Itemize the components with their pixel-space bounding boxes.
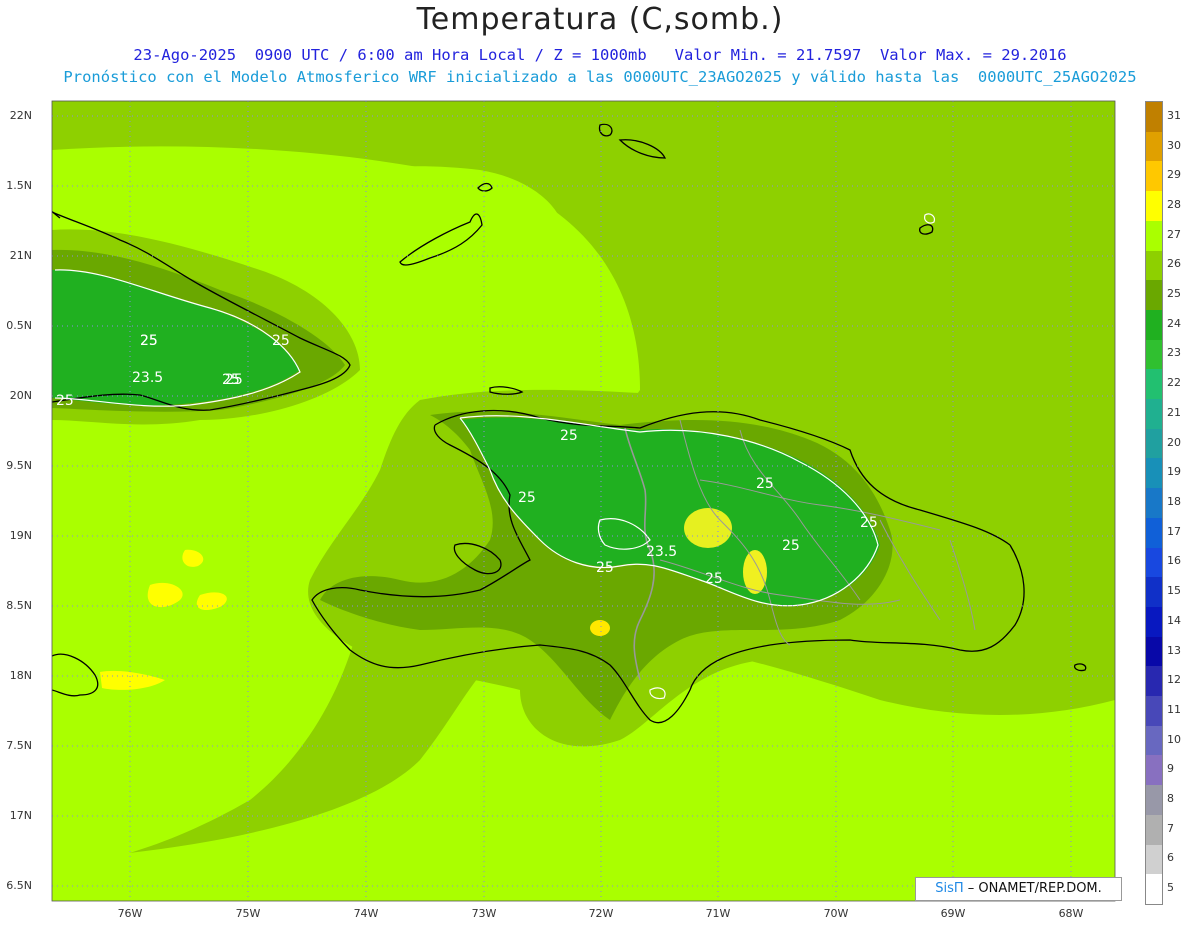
colorbar-segment (1146, 666, 1162, 697)
lon-label: 69W (940, 907, 966, 920)
lat-label: 19N (9, 529, 32, 542)
colorbar-segment (1146, 874, 1162, 905)
lat-label: 18N (9, 669, 32, 682)
contour-label: 25 (756, 476, 774, 492)
colorbar-segment (1146, 725, 1162, 756)
contour-label: 25 (518, 490, 536, 506)
lon-label: 74W (353, 907, 379, 920)
colorbar-segment (1146, 488, 1162, 519)
colorbar-segment (1146, 250, 1162, 281)
colorbar-segment (1146, 191, 1162, 222)
lon-label: 75W (235, 907, 261, 920)
colorbar-label: 15 (1167, 584, 1181, 598)
contour-label: 25 (56, 393, 74, 409)
lat-label: 8.5N (6, 599, 32, 612)
lat-label: 6.5N (6, 879, 32, 892)
colorbar-segment (1146, 814, 1162, 846)
colorbar-segment (1146, 309, 1162, 341)
colorbar-segment (1146, 428, 1162, 459)
colorbar-segment (1146, 844, 1162, 875)
contour-label: 25 (596, 560, 614, 576)
contour-label: 23.5 (646, 544, 677, 560)
lon-label: 68W (1058, 907, 1084, 920)
contour-label: 25 (705, 571, 723, 587)
lat-label: 20N (9, 389, 32, 402)
lat-label: 9.5N (6, 459, 32, 472)
colorbar-label: 23 (1167, 346, 1181, 360)
colorbar-label: 18 (1167, 495, 1181, 508)
colorbar-segment (1146, 399, 1162, 430)
warm-spot-southwest (590, 620, 610, 636)
credit-brand: SisΠ (935, 881, 964, 896)
colorbar-label: 25 (1167, 287, 1181, 301)
contour-label: 25 (782, 538, 800, 554)
colorbar-label: 19 (1167, 465, 1181, 479)
colorbar-label: 14 (1167, 613, 1181, 627)
lat-label: 17N (9, 809, 32, 822)
lon-label: 71W (705, 907, 731, 920)
colorbar-label: 31 (1167, 108, 1181, 122)
colorbar-label: 30 (1167, 138, 1181, 152)
colorbar-label: 17 (1167, 524, 1181, 538)
lat-label: 22N (9, 109, 32, 122)
colorbar-segment (1146, 369, 1162, 400)
colorbar-label: 9 (1167, 762, 1174, 776)
lat-label: 0.5N (6, 319, 32, 332)
lon-label: 76W (117, 907, 143, 920)
colorbar-segment (1146, 131, 1162, 162)
colorbar-segment (1146, 102, 1162, 133)
warm-spot-cordillera (684, 508, 732, 548)
colorbar-label: 10 (1167, 732, 1181, 746)
credit-box: SisΠ – ONAMET/REP.DOM. (915, 877, 1122, 901)
colorbar-label: 26 (1167, 257, 1181, 271)
colorbar-label: 5 (1167, 881, 1174, 895)
lon-label: 70W (823, 907, 849, 920)
lon-label: 72W (588, 907, 614, 920)
colorbar-label: 13 (1167, 643, 1181, 657)
colorbar-label: 27 (1167, 227, 1181, 241)
colorbar-segment (1146, 280, 1162, 311)
colorbar-segment (1146, 755, 1162, 786)
colorbar-segment (1146, 220, 1162, 252)
colorbar-segment (1146, 339, 1162, 370)
colorbar-label: 22 (1167, 376, 1181, 390)
colorbar-label: 12 (1167, 673, 1181, 687)
lon-label: 73W (471, 907, 497, 920)
contour-label: 25 (560, 428, 578, 444)
lat-label: 7.5N (6, 739, 32, 752)
colorbar (1145, 101, 1163, 905)
lat-label: 1.5N (6, 179, 32, 192)
colorbar-label: 21 (1167, 405, 1181, 419)
colorbar-label: 7 (1167, 821, 1174, 835)
temperature-map: 2523.52525252523.52525252525252525 (51, 100, 1116, 902)
colorbar-segment (1146, 161, 1162, 192)
colorbar-segment (1146, 606, 1162, 638)
colorbar-segment (1146, 458, 1162, 489)
contour-label: 25 (272, 333, 290, 349)
colorbar-label: 28 (1167, 197, 1181, 211)
colorbar-label: 11 (1167, 702, 1181, 716)
colorbar-label: 16 (1167, 554, 1181, 568)
contour-label: 25 (140, 333, 158, 349)
contour-label: 23.5 (132, 370, 163, 386)
lat-label: 21N (9, 249, 32, 262)
colorbar-label: 29 (1167, 168, 1181, 182)
contour-label: 25 (225, 372, 243, 388)
colorbar-label: 6 (1167, 851, 1174, 865)
colorbar-segment (1146, 577, 1162, 608)
colorbar-label: 8 (1167, 792, 1174, 806)
colorbar-segment (1146, 785, 1162, 816)
colorbar-segment (1146, 547, 1162, 578)
colorbar-segment (1146, 696, 1162, 727)
credit-text: – ONAMET/REP.DOM. (967, 881, 1102, 896)
colorbar-segment (1146, 636, 1162, 667)
contour-label: 25 (860, 515, 878, 531)
colorbar-segment (1146, 517, 1162, 549)
colorbar-label: 24 (1167, 316, 1181, 330)
colorbar-label: 20 (1167, 435, 1181, 449)
